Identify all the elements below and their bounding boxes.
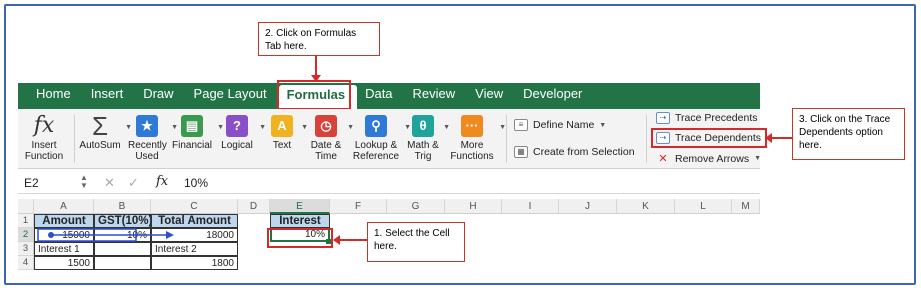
date-time-button[interactable]: ◷ Date & Time ▼ bbox=[308, 112, 354, 162]
create-from-selection-button[interactable]: ▦ Create from Selection bbox=[514, 146, 635, 158]
column-header-g[interactable]: G bbox=[387, 199, 445, 214]
define-name-button[interactable]: ≡ Define Name ▼ bbox=[514, 119, 606, 131]
column-header-m[interactable]: M bbox=[732, 199, 760, 214]
tab-review[interactable]: Review bbox=[405, 83, 468, 109]
ribbon-separator bbox=[506, 115, 507, 163]
column-header-i[interactable]: I bbox=[502, 199, 559, 214]
tab-page-layout[interactable]: Page Layout bbox=[186, 83, 279, 109]
tab-data[interactable]: Data bbox=[357, 83, 404, 109]
column-header-f[interactable]: F bbox=[330, 199, 387, 214]
tab-home[interactable]: Home bbox=[28, 83, 83, 109]
more-dots-icon: ··· bbox=[461, 115, 483, 137]
logical-button[interactable]: ? Logical ▼ bbox=[218, 112, 266, 151]
name-box-spinner-icon[interactable]: ▲ ▼ bbox=[80, 174, 88, 190]
remove-arrows-icon: ✕ bbox=[658, 153, 668, 165]
theta-icon: θ bbox=[412, 115, 434, 137]
ribbon-separator bbox=[646, 115, 647, 163]
financial-button[interactable]: ▤ Financial ▼ bbox=[170, 112, 224, 151]
name-box[interactable]: E2 bbox=[24, 176, 86, 190]
tab-developer[interactable]: Developer bbox=[515, 83, 594, 109]
column-header-l[interactable]: L bbox=[675, 199, 732, 214]
financial-icon: ▤ bbox=[181, 115, 203, 137]
autosum-button[interactable]: Σ AutoSum ▼ bbox=[78, 111, 132, 151]
magnifier-icon: ⚲ bbox=[365, 115, 387, 137]
clock-icon: ◷ bbox=[315, 115, 337, 137]
chevron-down-icon: ▼ bbox=[259, 124, 266, 131]
math-trig-button[interactable]: θ Math & Trig ▼ bbox=[406, 112, 450, 162]
callout-step-2: 2. Click on Formulas Tab here. bbox=[258, 22, 380, 56]
trace-dependents-highlight bbox=[651, 128, 767, 148]
fx-icon: fx bbox=[33, 113, 55, 138]
ribbon-formulas: fx Insert Function Σ AutoSum ▼ ★ Recentl… bbox=[18, 109, 762, 169]
column-header-k[interactable]: K bbox=[617, 199, 675, 214]
callout-step-3: 3. Click on the Trace Dependents option … bbox=[792, 108, 905, 160]
fx-icon[interactable]: fx bbox=[156, 174, 168, 189]
star-icon: ★ bbox=[136, 115, 158, 137]
remove-arrows-button[interactable]: ✕ Remove Arrows ▼ bbox=[656, 152, 762, 166]
tab-insert[interactable]: Insert bbox=[83, 83, 136, 109]
text-icon: A bbox=[271, 115, 293, 137]
chevron-down-icon: ▼ bbox=[599, 121, 607, 129]
selected-cell-highlight bbox=[267, 228, 333, 248]
tab-draw[interactable]: Draw bbox=[135, 83, 185, 109]
trace-arrowhead-icon bbox=[166, 231, 174, 239]
chevron-down-icon: ▼ bbox=[754, 155, 762, 162]
trace-precedents-button[interactable]: ⇢ Trace Precedents bbox=[656, 112, 757, 124]
callout-step-1-arrowhead bbox=[333, 235, 340, 245]
lookup-reference-button[interactable]: ⚲ Lookup & Reference ▼ bbox=[351, 112, 411, 162]
confirm-icon[interactable]: ✓ bbox=[128, 175, 139, 191]
column-header-j[interactable]: J bbox=[559, 199, 617, 214]
column-header-h[interactable]: H bbox=[445, 199, 502, 214]
chevron-down-icon: ▼ bbox=[301, 124, 308, 131]
tab-view[interactable]: View bbox=[467, 83, 515, 109]
more-functions-button[interactable]: ··· More Functions ▼ bbox=[448, 112, 506, 162]
chevron-down-icon: ▼ bbox=[499, 124, 506, 131]
cancel-icon[interactable]: ✕ bbox=[104, 175, 115, 191]
ribbon-tab-bar: Home Insert Draw Page Layout Formulas Da… bbox=[18, 83, 760, 109]
column-header-e[interactable]: E bbox=[270, 199, 330, 214]
callout-step-1: 1. Select the Cell here. bbox=[367, 222, 465, 262]
callout-step-3-arrowhead bbox=[765, 133, 772, 143]
formulas-tab-highlight bbox=[277, 80, 351, 110]
trace-precedent-arrow bbox=[37, 228, 174, 242]
insert-function-button[interactable]: fx Insert Function bbox=[22, 112, 66, 162]
formula-input[interactable]: 10% bbox=[184, 176, 208, 190]
sigma-icon: Σ bbox=[91, 111, 109, 141]
ribbon-separator bbox=[74, 115, 75, 163]
cell-e1[interactable]: Interest bbox=[270, 214, 330, 228]
formula-bar: E2 ▲ ▼ ✕ ✓ fx 10% bbox=[18, 172, 760, 194]
table-select-icon: ▦ bbox=[514, 146, 528, 158]
label-icon: ≡ bbox=[514, 119, 528, 131]
question-icon: ? bbox=[226, 115, 248, 137]
text-button[interactable]: A Text ▼ bbox=[266, 112, 308, 151]
recently-used-button[interactable]: ★ Recently Used ▼ bbox=[126, 112, 178, 162]
trace-precedents-icon: ⇢ bbox=[656, 112, 670, 124]
